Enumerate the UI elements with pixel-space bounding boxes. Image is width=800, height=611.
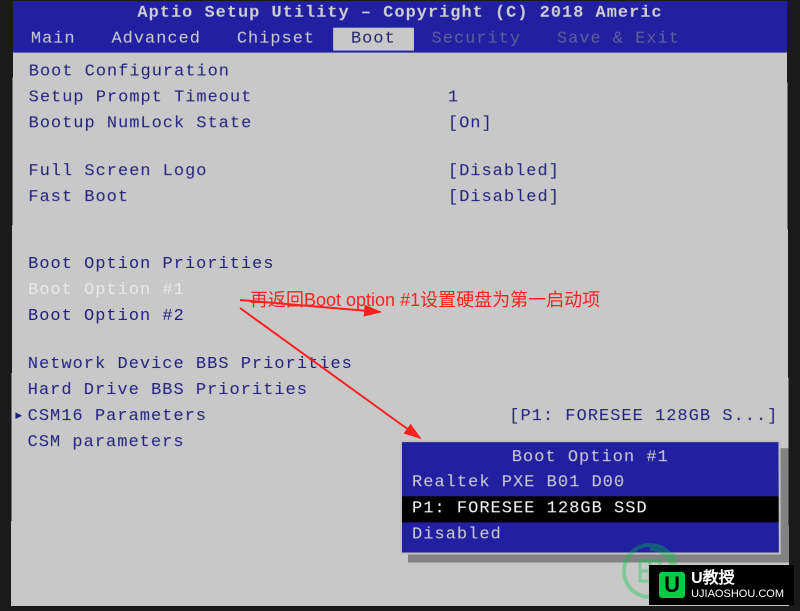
- row-fast-boot[interactable]: Fast Boot [Disabled]: [28, 185, 771, 211]
- watermark-logo-icon: U: [659, 572, 685, 598]
- hint-boot-option: [P1: FORESEE 128GB S...]: [509, 407, 778, 426]
- popup-boot-option: Boot Option #1 Realtek PXE B01 D00 P1: F…: [400, 440, 781, 554]
- tab-boot[interactable]: Boot: [333, 28, 414, 51]
- row-setup-prompt[interactable]: Setup Prompt Timeout 1: [29, 85, 772, 111]
- tab-chipset[interactable]: Chipset: [219, 28, 333, 51]
- row-numlock[interactable]: Bootup NumLock State [On]: [29, 111, 772, 137]
- tab-main[interactable]: Main: [13, 28, 94, 51]
- label-full-screen-logo: Full Screen Logo: [28, 159, 448, 185]
- content-panel: Boot Configuration Setup Prompt Timeout …: [11, 53, 789, 593]
- popup-option-disabled[interactable]: Disabled: [402, 522, 779, 548]
- label-fast-boot: Fast Boot: [28, 185, 448, 211]
- app-title: Aptio Setup Utility – Copyright (C) 2018…: [137, 4, 662, 23]
- value-full-screen-logo: [Disabled]: [448, 159, 560, 185]
- section-boot-config: Boot Configuration: [29, 63, 772, 82]
- value-setup-prompt: 1: [448, 85, 459, 111]
- popup-title: Boot Option #1: [402, 446, 779, 470]
- value-fast-boot: [Disabled]: [448, 185, 560, 211]
- watermark: U U教授 UJIAOSHOU.COM: [649, 565, 794, 605]
- bios-screen: Aptio Setup Utility – Copyright (C) 2018…: [11, 1, 789, 606]
- value-numlock: [On]: [448, 111, 493, 137]
- tab-security[interactable]: Security: [414, 28, 539, 51]
- menu-hard-drive-bbs[interactable]: Hard Drive BBS Priorities: [28, 378, 773, 404]
- popup-option-foresee[interactable]: P1: FORESEE 128GB SSD: [402, 496, 779, 522]
- section-boot-priorities: Boot Option Priorities: [28, 255, 772, 274]
- menu-network-bbs[interactable]: Network Device BBS Priorities: [28, 352, 772, 378]
- watermark-url: UJIAOSHOU.COM: [691, 588, 784, 601]
- title-bar: Aptio Setup Utility – Copyright (C) 2018…: [13, 1, 787, 26]
- row-boot-option-2[interactable]: Boot Option #2: [28, 304, 772, 330]
- popup-option-realtek[interactable]: Realtek PXE B01 D00: [402, 470, 779, 496]
- watermark-brand: U教授: [691, 569, 784, 588]
- tab-save-exit[interactable]: Save & Exit: [539, 28, 698, 51]
- label-setup-prompt: Setup Prompt Timeout: [29, 85, 448, 111]
- tab-advanced[interactable]: Advanced: [93, 28, 218, 51]
- label-boot-option-2: Boot Option #2: [28, 304, 448, 330]
- label-numlock: Bootup NumLock State: [29, 111, 448, 137]
- label-boot-option-1: Boot Option #1: [28, 278, 448, 304]
- tab-bar: Main Advanced Chipset Boot Security Save…: [13, 26, 787, 53]
- row-full-screen-logo[interactable]: Full Screen Logo [Disabled]: [28, 159, 771, 185]
- row-boot-option-1[interactable]: Boot Option #1: [28, 278, 772, 304]
